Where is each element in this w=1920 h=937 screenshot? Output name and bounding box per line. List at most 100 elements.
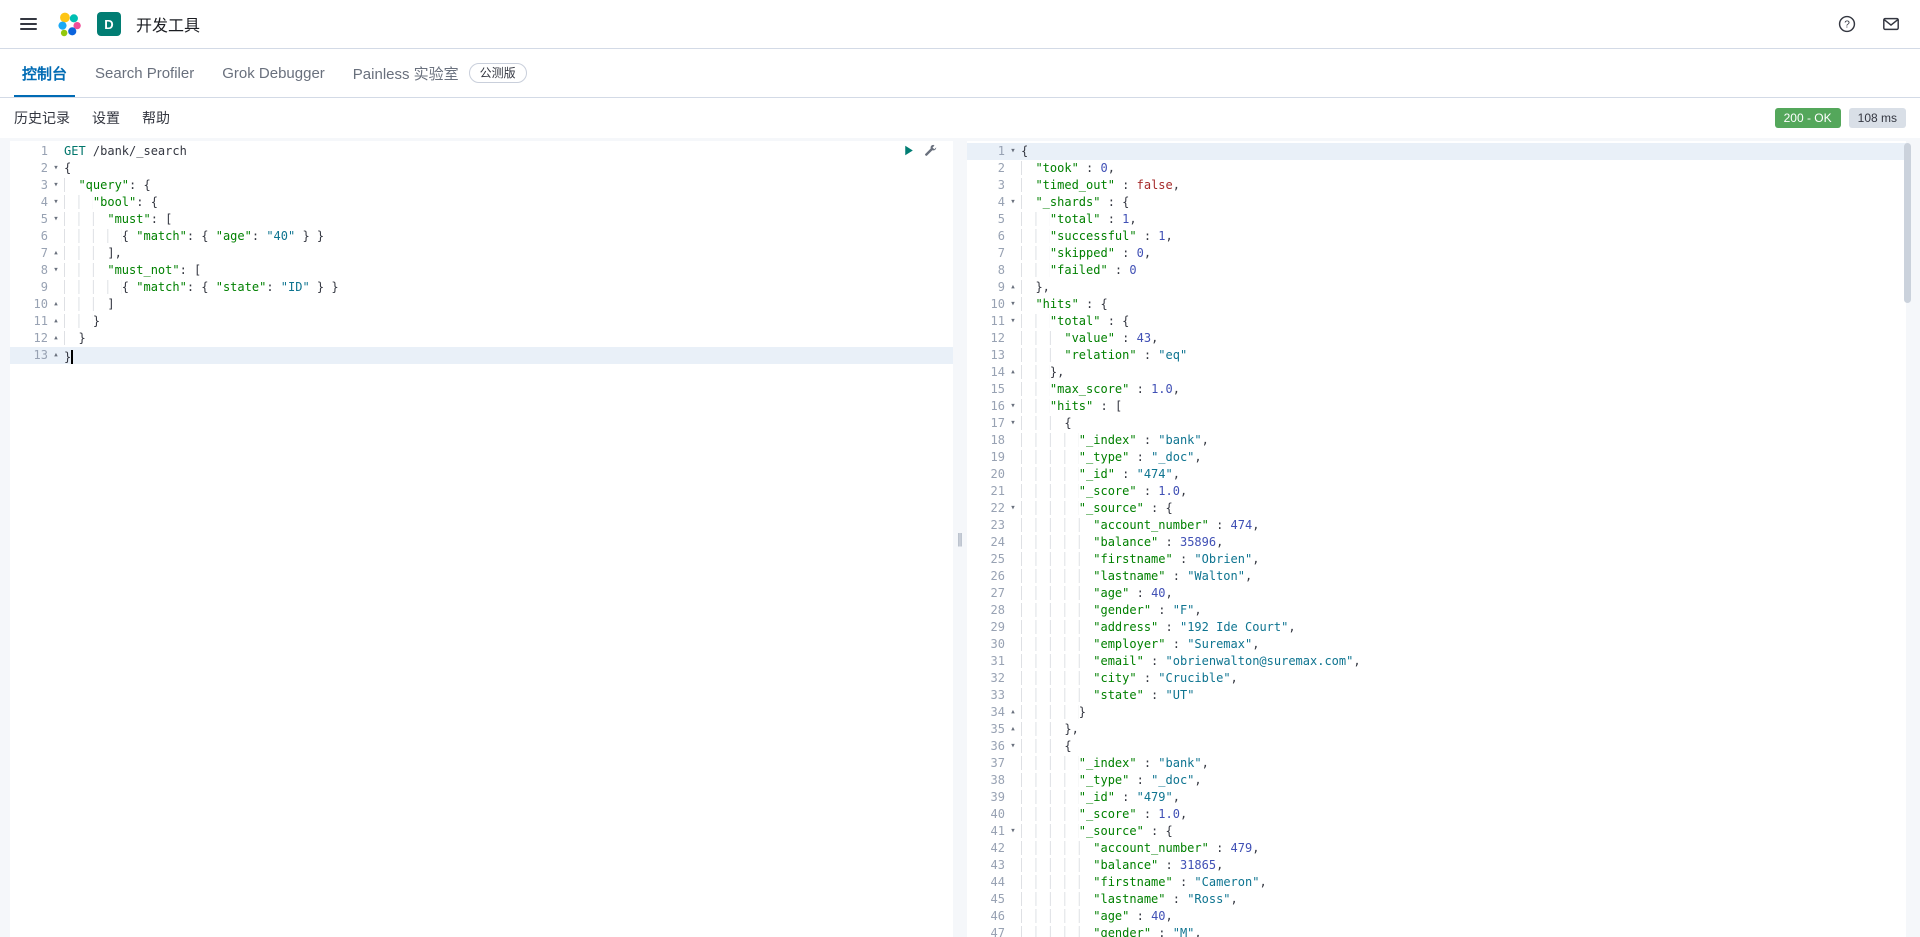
code-line[interactable]: 45 "lastname" : "Ross",: [967, 891, 1906, 908]
fold-toggle-icon[interactable]: ▾: [48, 160, 64, 177]
code-line[interactable]: 8▾ "must_not": [: [10, 262, 953, 279]
newsfeed-icon[interactable]: [1882, 15, 1900, 33]
settings-button[interactable]: 设置: [92, 108, 120, 128]
history-button[interactable]: 历史记录: [14, 108, 70, 128]
tab-search-profiler[interactable]: Search Profiler: [87, 49, 202, 97]
code-line[interactable]: 18 "_index" : "bank",: [967, 432, 1906, 449]
request-editor[interactable]: 1GET /bank/_search2▾{3▾ "query": {4▾ "bo…: [10, 141, 953, 937]
code-line[interactable]: 39 "_id" : "479",: [967, 789, 1906, 806]
code-line[interactable]: 4▾ "_shards" : {: [967, 194, 1906, 211]
send-request-icon[interactable]: [902, 144, 915, 157]
fold-toggle-icon[interactable]: ▾: [1005, 296, 1021, 313]
code-line[interactable]: 43 "balance" : 31865,: [967, 857, 1906, 874]
code-line[interactable]: 16▾ "hits" : [: [967, 398, 1906, 415]
code-line[interactable]: 38 "_type" : "_doc",: [967, 772, 1906, 789]
elastic-logo[interactable]: [56, 11, 82, 37]
code-line[interactable]: 20 "_id" : "474",: [967, 466, 1906, 483]
code-line[interactable]: 8 "failed" : 0: [967, 262, 1906, 279]
code-line[interactable]: 12▴ }: [10, 330, 953, 347]
code-line[interactable]: 32 "city" : "Crucible",: [967, 670, 1906, 687]
code-line[interactable]: 41▾ "_source" : {: [967, 823, 1906, 840]
code-line[interactable]: 28 "gender" : "F",: [967, 602, 1906, 619]
code-line[interactable]: 44 "firstname" : "Cameron",: [967, 874, 1906, 891]
code-line[interactable]: 29 "address" : "192 Ide Court",: [967, 619, 1906, 636]
code-line[interactable]: 5▾ "must": [: [10, 211, 953, 228]
fold-toggle-icon[interactable]: ▾: [48, 177, 64, 194]
fold-toggle-icon[interactable]: ▴: [48, 347, 64, 364]
code-line[interactable]: 3 "timed_out" : false,: [967, 177, 1906, 194]
tab-grok-debugger[interactable]: Grok Debugger: [214, 49, 333, 97]
code-line[interactable]: 30 "employer" : "Suremax",: [967, 636, 1906, 653]
code-line[interactable]: 4▾ "bool": {: [10, 194, 953, 211]
fold-toggle-icon[interactable]: ▴: [48, 330, 64, 347]
fold-toggle-icon[interactable]: ▴: [48, 245, 64, 262]
code-line[interactable]: 9 { "match": { "state": "ID" } }: [10, 279, 953, 296]
code-line[interactable]: 11▴ }: [10, 313, 953, 330]
tab-console[interactable]: 控制台: [14, 49, 75, 97]
code-line[interactable]: 10▾ "hits" : {: [967, 296, 1906, 313]
help-icon[interactable]: ?: [1838, 15, 1856, 33]
fold-toggle-icon[interactable]: ▴: [1005, 279, 1021, 296]
code-line[interactable]: 21 "_score" : 1.0,: [967, 483, 1906, 500]
fold-toggle-icon[interactable]: ▴: [1005, 704, 1021, 721]
tab-painless-lab[interactable]: Painless 实验室 公测版: [345, 49, 535, 97]
code-line[interactable]: 1GET /bank/_search: [10, 143, 953, 160]
code-line[interactable]: 22▾ "_source" : {: [967, 500, 1906, 517]
code-line[interactable]: 33 "state" : "UT": [967, 687, 1906, 704]
code-line[interactable]: 19 "_type" : "_doc",: [967, 449, 1906, 466]
fold-toggle-icon[interactable]: ▾: [1005, 500, 1021, 517]
fold-toggle-icon[interactable]: ▾: [1005, 143, 1021, 160]
scrollbar-thumb[interactable]: [1904, 143, 1911, 303]
code-line[interactable]: 1▾{: [967, 143, 1906, 160]
code-line[interactable]: 2 "took" : 0,: [967, 160, 1906, 177]
code-line[interactable]: 37 "_index" : "bank",: [967, 755, 1906, 772]
code-line[interactable]: 35▴ },: [967, 721, 1906, 738]
code-line[interactable]: 47 "gender" : "M",: [967, 925, 1906, 937]
fold-toggle-icon[interactable]: ▴: [48, 296, 64, 313]
code-line[interactable]: 42 "account_number" : 479,: [967, 840, 1906, 857]
code-line[interactable]: 13▴}: [10, 347, 953, 364]
code-line[interactable]: 23 "account_number" : 474,: [967, 517, 1906, 534]
fold-toggle-icon[interactable]: ▾: [1005, 415, 1021, 432]
code-line[interactable]: 3▾ "query": {: [10, 177, 953, 194]
code-line[interactable]: 40 "_score" : 1.0,: [967, 806, 1906, 823]
code-line[interactable]: 17▾ {: [967, 415, 1906, 432]
code-line[interactable]: 6 { "match": { "age": "40" } }: [10, 228, 953, 245]
code-line[interactable]: 9▴ },: [967, 279, 1906, 296]
code-line[interactable]: 15 "max_score" : 1.0,: [967, 381, 1906, 398]
code-line[interactable]: 6 "successful" : 1,: [967, 228, 1906, 245]
code-line[interactable]: 14▴ },: [967, 364, 1906, 381]
code-line[interactable]: 5 "total" : 1,: [967, 211, 1906, 228]
fold-toggle-icon[interactable]: ▴: [1005, 721, 1021, 738]
fold-toggle-icon[interactable]: ▾: [48, 262, 64, 279]
code-line[interactable]: 34▴ }: [967, 704, 1906, 721]
code-line[interactable]: 13 "relation" : "eq": [967, 347, 1906, 364]
menu-icon[interactable]: [16, 14, 41, 34]
code-line[interactable]: 26 "lastname" : "Walton",: [967, 568, 1906, 585]
code-line[interactable]: 7▴ ],: [10, 245, 953, 262]
fold-toggle-icon[interactable]: ▾: [48, 194, 64, 211]
code-line[interactable]: 11▾ "total" : {: [967, 313, 1906, 330]
code-line[interactable]: 46 "age" : 40,: [967, 908, 1906, 925]
code-line[interactable]: 24 "balance" : 35896,: [967, 534, 1906, 551]
code-line[interactable]: 36▾ {: [967, 738, 1906, 755]
response-scrollbar[interactable]: [1904, 143, 1911, 935]
deployment-badge[interactable]: D: [97, 12, 121, 36]
fold-toggle-icon[interactable]: ▾: [1005, 194, 1021, 211]
fold-toggle-icon[interactable]: ▾: [48, 211, 64, 228]
code-line[interactable]: 10▴ ]: [10, 296, 953, 313]
code-line[interactable]: 2▾{: [10, 160, 953, 177]
code-line[interactable]: 27 "age" : 40,: [967, 585, 1906, 602]
help-button[interactable]: 帮助: [142, 108, 170, 128]
fold-toggle-icon[interactable]: ▾: [1005, 738, 1021, 755]
code-line[interactable]: 31 "email" : "obrienwalton@suremax.com",: [967, 653, 1906, 670]
wrench-icon[interactable]: [924, 144, 937, 157]
panel-resizer[interactable]: ‖: [953, 141, 967, 937]
fold-toggle-icon[interactable]: ▴: [1005, 364, 1021, 381]
code-line[interactable]: 12 "value" : 43,: [967, 330, 1906, 347]
code-line[interactable]: 25 "firstname" : "Obrien",: [967, 551, 1906, 568]
fold-toggle-icon[interactable]: ▾: [1005, 313, 1021, 330]
fold-toggle-icon[interactable]: ▾: [1005, 823, 1021, 840]
fold-toggle-icon[interactable]: ▴: [48, 313, 64, 330]
code-line[interactable]: 7 "skipped" : 0,: [967, 245, 1906, 262]
